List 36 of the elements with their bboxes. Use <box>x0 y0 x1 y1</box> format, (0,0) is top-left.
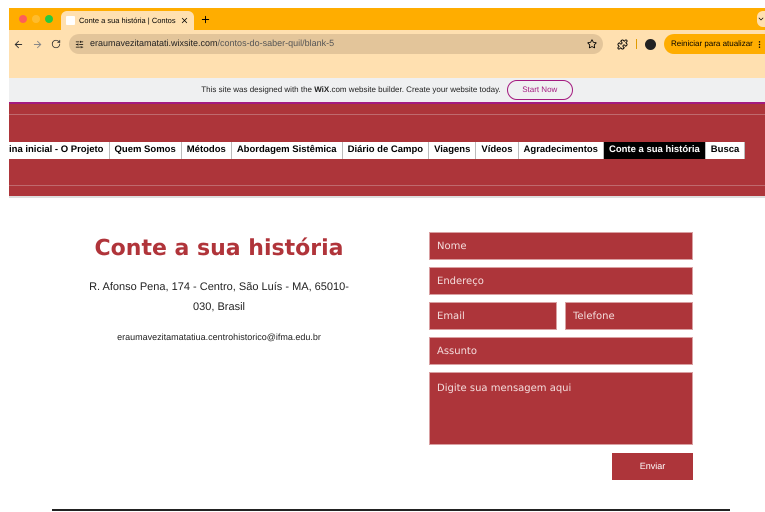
site-favicon <box>66 16 75 25</box>
nav-item[interactable]: Busca <box>706 142 746 159</box>
site-settings-icon[interactable] <box>75 40 84 48</box>
page-title: Conte a sua história <box>94 235 344 263</box>
nav-item[interactable]: Métodos <box>182 142 232 159</box>
update-button[interactable]: Reiniciar para atualizar <box>664 34 765 54</box>
input-field[interactable]: Nome <box>429 232 693 260</box>
nav-item[interactable]: Conte a sua história <box>604 142 706 159</box>
forward-icon[interactable] <box>32 38 43 50</box>
back-icon[interactable] <box>13 38 24 50</box>
nav-item[interactable]: Viagens <box>429 142 476 159</box>
input-field[interactable]: Endereço <box>429 267 693 295</box>
input-field[interactable]: Assunto <box>429 337 693 365</box>
nav-item[interactable]: ina inicial - O Projeto <box>9 142 110 159</box>
start-now-button[interactable]: Start Now <box>506 80 573 100</box>
banner-text: This site was designed with the WiX.com website builder. Create your website today. <box>201 84 501 96</box>
extensions-icon[interactable] <box>617 38 628 50</box>
url-text: eraumavezitamatati.wixsite.com/contos-do-saber-quil/blank-5 <box>90 37 336 50</box>
new-tab-icon[interactable] <box>200 14 211 25</box>
nav-item[interactable]: Abordagem Sistêmica <box>232 142 343 159</box>
nav-item[interactable]: Vídeos <box>476 142 519 159</box>
nav-item[interactable]: Agradecimentos <box>518 142 604 159</box>
input-field[interactable]: Telefone <box>565 302 693 330</box>
nav-item[interactable]: Diário de Campo <box>342 142 430 159</box>
address-bar[interactable]: eraumavezitamatati.wixsite.com/contos-do-saber-quil/blank-5 <box>69 34 603 54</box>
chevron-down-icon[interactable] <box>757 15 765 23</box>
email-text: eraumavezitamatatiua.centrohistorico@ifma.edu.br <box>117 331 321 344</box>
submit-button[interactable]: Enviar <box>612 453 693 480</box>
input-field[interactable]: Email <box>429 302 557 330</box>
profile-avatar[interactable] <box>645 38 656 50</box>
reload-icon[interactable] <box>51 39 61 49</box>
address-text: R. Afonso Pena, 174 - Centro, São Luís - MA, 65010-030, Brasil <box>89 280 349 315</box>
bookmark-star-icon[interactable] <box>587 39 597 49</box>
nav-item[interactable]: Quem Somos <box>110 142 182 159</box>
close-tab-icon[interactable] <box>180 16 189 25</box>
message-field[interactable]: Digite sua mensagem aqui <box>429 372 693 445</box>
